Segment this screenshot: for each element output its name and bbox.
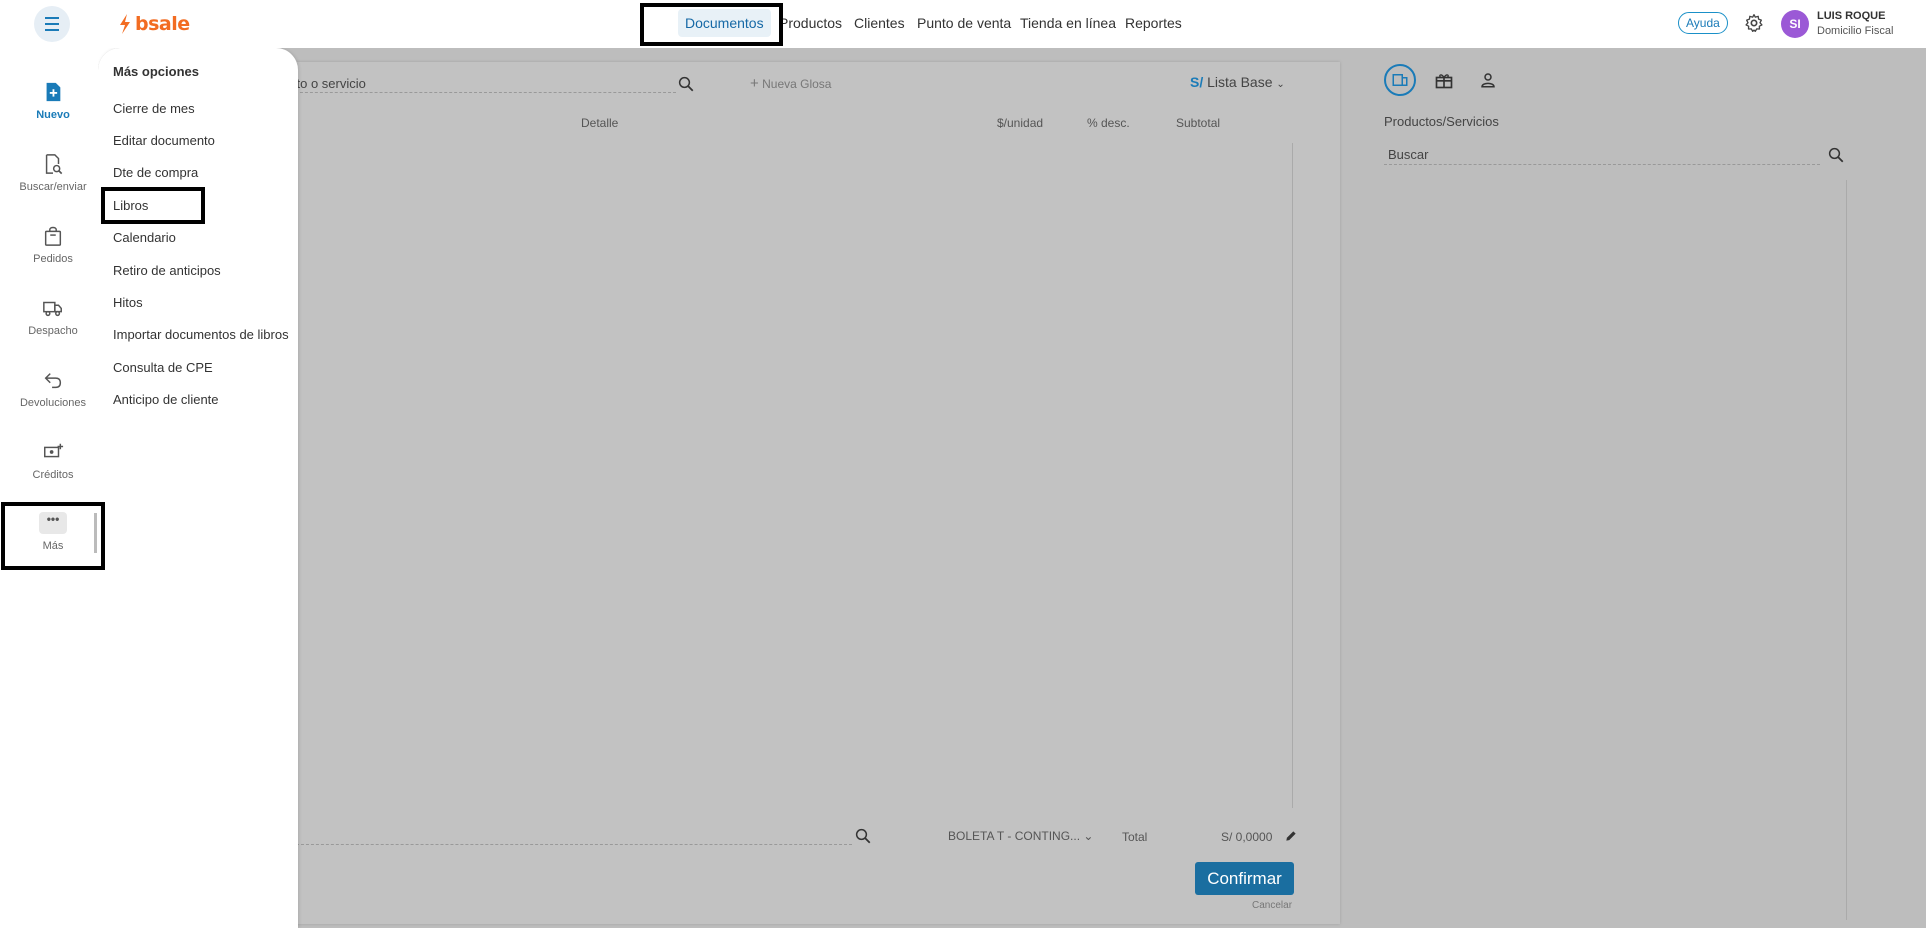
plus-icon: + <box>750 75 759 92</box>
menu-item-consulta-cpe[interactable]: Consulta de CPE <box>113 360 213 375</box>
menu-item-editar-documento[interactable]: Editar documento <box>113 133 215 148</box>
logo-text: bsale <box>135 13 190 35</box>
panel-divider <box>1846 180 1847 920</box>
search-icon[interactable] <box>854 827 872 845</box>
price-list-label: Lista Base <box>1207 74 1273 90</box>
column-header-subtotal: Subtotal <box>1176 116 1221 130</box>
menu-item-hitos[interactable]: Hitos <box>113 295 143 310</box>
sidebar-item-label: Pedidos <box>33 253 73 265</box>
search-icon[interactable] <box>1827 146 1845 164</box>
nav-tienda-en-linea[interactable]: Tienda en línea <box>1020 15 1116 31</box>
products-tab-icon[interactable] <box>1384 64 1416 96</box>
truck-icon <box>43 301 62 317</box>
more-dots-icon: ••• <box>39 512 67 534</box>
total-value: S/ 0,0000 <box>1221 830 1273 844</box>
chevron-down-icon: ⌄ <box>1083 829 1094 843</box>
search-document-icon <box>45 154 63 175</box>
sidebar-item-nuevo[interactable]: Nuevo <box>0 81 106 121</box>
products-panel-title: Productos/Servicios <box>1384 114 1499 129</box>
user-location: Domicilio Fiscal <box>1817 25 1894 37</box>
search-underline <box>290 92 676 93</box>
sidebar-item-buscar-enviar[interactable]: Buscar/enviar <box>0 153 106 193</box>
sidebar-item-mas[interactable]: ••• Más <box>0 512 106 552</box>
new-document-icon <box>46 82 61 102</box>
product-search-input[interactable]: cto o servicio <box>290 76 366 91</box>
total-label: Total <box>1122 830 1148 844</box>
chevron-down-icon: ⌄ <box>1276 79 1285 90</box>
sidebar-item-creditos[interactable]: Créditos <box>0 441 106 481</box>
hamburger-menu-button[interactable] <box>34 6 70 42</box>
client-search-underline[interactable] <box>296 844 852 845</box>
user-name[interactable]: LUIS ROQUE <box>1817 10 1885 22</box>
search-icon[interactable] <box>677 75 695 93</box>
help-button[interactable]: Ayuda <box>1678 12 1728 34</box>
new-gloss-button[interactable]: + Nueva Glosa <box>750 75 831 92</box>
menu-item-importar-documentos[interactable]: Importar documentos de libros <box>113 327 289 342</box>
sidebar-item-label: Devoluciones <box>19 397 87 409</box>
sidebar-item-label: Nuevo <box>36 109 70 121</box>
pencil-icon[interactable] <box>1284 829 1298 843</box>
more-options-panel <box>98 48 298 928</box>
table-divider <box>1292 143 1293 808</box>
menu-icon <box>45 15 59 33</box>
user-icon[interactable] <box>1472 64 1504 96</box>
nav-clientes[interactable]: Clientes <box>854 15 905 31</box>
sidebar-item-label: Créditos <box>32 469 74 481</box>
sidebar-item-label: Buscar/enviar <box>19 181 87 193</box>
cancel-link[interactable]: Cancelar <box>1252 900 1292 911</box>
products-search-underline <box>1384 164 1820 165</box>
nav-reportes[interactable]: Reportes <box>1125 15 1182 31</box>
column-header-detalle: Detalle <box>581 116 619 130</box>
column-header-unit-price: $/unidad <box>997 116 1044 130</box>
scrollbar-thumb[interactable] <box>94 513 97 553</box>
price-list-dropdown[interactable]: S/ Lista Base ⌄ <box>1190 74 1285 90</box>
document-panel <box>296 62 1340 924</box>
sidebar-item-devoluciones[interactable]: Devoluciones <box>0 369 106 409</box>
sidebar-item-pedidos[interactable]: Pedidos <box>0 225 106 265</box>
nav-punto-de-venta[interactable]: Punto de venta <box>917 15 1011 31</box>
menu-item-anticipo-de-cliente[interactable]: Anticipo de cliente <box>113 392 219 407</box>
confirm-button[interactable]: Confirmar <box>1195 862 1294 895</box>
bsale-logo[interactable]: bsale <box>118 13 190 35</box>
sidebar-item-label: Despacho <box>28 325 78 337</box>
nav-documentos[interactable]: Documentos <box>678 9 771 37</box>
bag-icon <box>44 226 62 246</box>
column-header-discount: % desc. <box>1087 116 1130 130</box>
bolt-logo-icon <box>120 14 130 34</box>
sidebar-item-label: Más <box>42 540 64 552</box>
avatar[interactable]: SI <box>1781 10 1809 38</box>
menu-item-retiro-de-anticipos[interactable]: Retiro de anticipos <box>113 263 221 278</box>
menu-item-dte-de-compra[interactable]: Dte de compra <box>113 165 198 180</box>
nav-productos[interactable]: Productos <box>779 15 842 31</box>
document-type-label: BOLETA T - CONTING... <box>948 829 1081 843</box>
menu-item-cierre-de-mes[interactable]: Cierre de mes <box>113 101 195 116</box>
more-options-title: Más opciones <box>113 64 199 79</box>
gift-icon[interactable] <box>1428 64 1460 96</box>
cash-plus-icon <box>44 443 64 458</box>
currency-symbol: S/ <box>1190 74 1204 90</box>
document-type-select[interactable]: BOLETA T - CONTING... ⌄ <box>948 829 1093 843</box>
return-arrow-icon <box>44 373 62 389</box>
sidebar-item-despacho[interactable]: Despacho <box>0 297 106 337</box>
menu-item-libros[interactable]: Libros <box>113 198 148 213</box>
gear-icon[interactable] <box>1744 13 1764 33</box>
new-gloss-label: Nueva Glosa <box>762 77 832 91</box>
products-search-input[interactable]: Buscar <box>1388 147 1428 162</box>
menu-item-calendario[interactable]: Calendario <box>113 230 176 245</box>
